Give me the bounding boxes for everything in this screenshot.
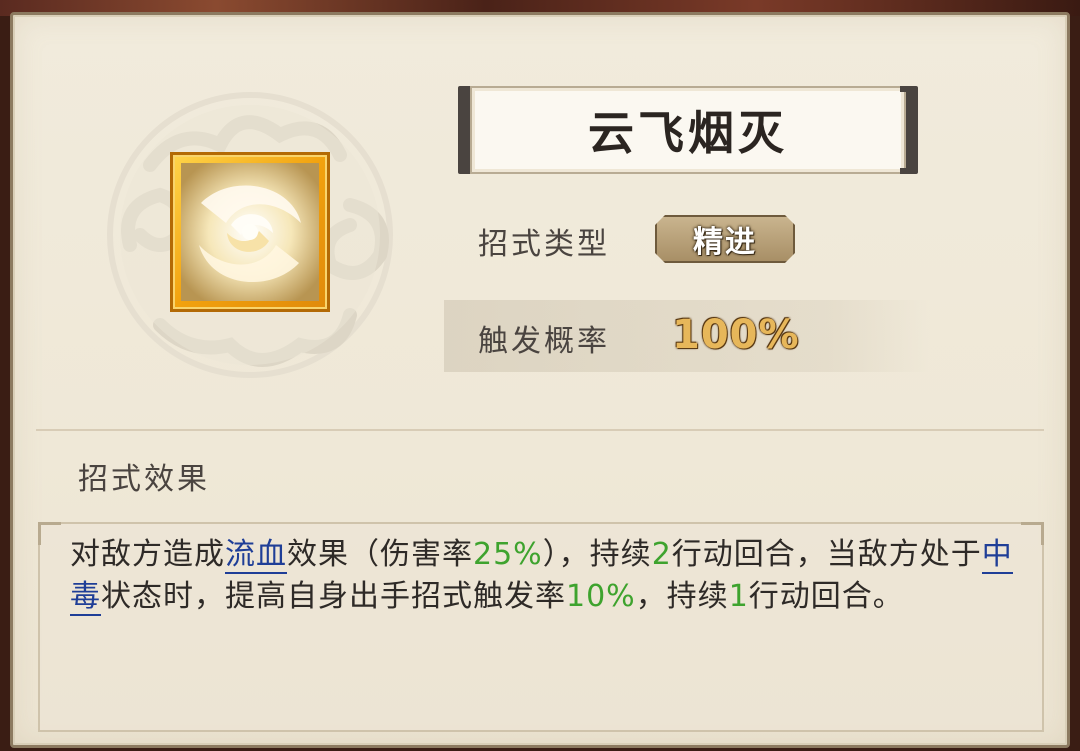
- effect-text: 效果（伤害率: [287, 537, 473, 572]
- skill-name: 云飞烟灭: [588, 106, 788, 160]
- trigger-rate-label: 触发概率: [478, 324, 610, 359]
- trigger-rate-value: 100%: [672, 312, 800, 358]
- trigger-bonus-value: 10%: [566, 579, 636, 614]
- effect-text: 行动回合，当敌方处于: [671, 537, 982, 572]
- bonus-duration-value: 1: [728, 579, 749, 614]
- title-bracket-right: [900, 86, 918, 174]
- effect-text: 行动回合。: [748, 579, 904, 614]
- effect-text: 状态时，提高自身出手招式触发率: [101, 579, 566, 614]
- effect-text: ，持续: [635, 579, 729, 614]
- effect-text: ），持续: [542, 537, 652, 572]
- effect-description: 对敌方造成流血效果（伤害率25%），持续2行动回合，当敌方处于中毒状态时，提高自…: [70, 534, 1020, 618]
- skill-type-badge: 精进: [655, 215, 795, 263]
- effect-text: 对敌方造成: [70, 537, 225, 572]
- skill-type-label: 招式类型: [478, 227, 610, 262]
- skill-name-plate: 云飞烟灭: [470, 86, 906, 174]
- skill-icon-frame[interactable]: [170, 152, 330, 312]
- duration-value: 2: [651, 537, 672, 572]
- section-divider: [36, 429, 1044, 431]
- title-bracket-left: [458, 86, 476, 174]
- bleed-keyword-link[interactable]: 流血: [225, 537, 287, 574]
- effect-section-title: 招式效果: [78, 462, 210, 497]
- swirl-wind-icon: [181, 163, 319, 301]
- damage-rate-value: 25%: [473, 537, 543, 572]
- skill-type-value: 精进: [693, 225, 757, 260]
